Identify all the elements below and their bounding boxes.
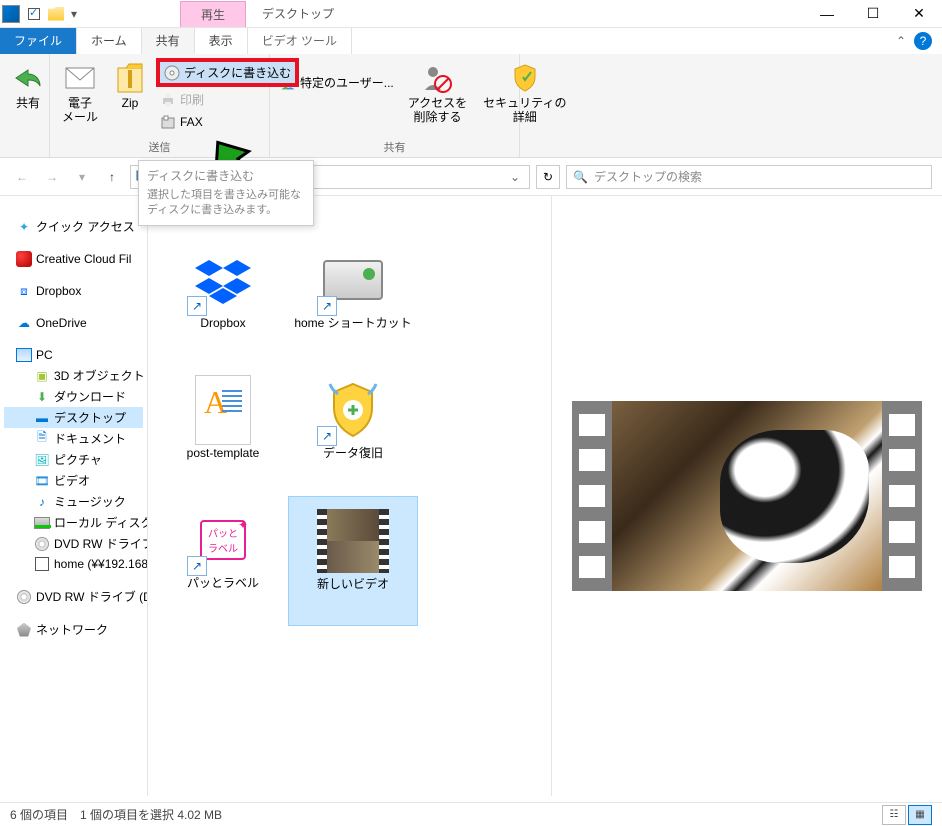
picture-icon: 🖼: [34, 452, 50, 468]
desktop-icon: ▬: [34, 410, 50, 426]
status-item-count: 6 個の項目: [10, 806, 68, 823]
file-data-recovery[interactable]: ↗ データ復旧: [288, 366, 418, 496]
qat-properties[interactable]: [24, 4, 44, 24]
tree-dvd-rw-d[interactable]: DVD RW ドライブ (D: [4, 586, 143, 607]
music-icon: ♪: [34, 494, 50, 510]
video-thumbnail-icon: [317, 509, 389, 573]
dvd-icon: [16, 589, 32, 605]
tree-local-disk[interactable]: ローカル ディスク (C: [4, 512, 143, 533]
tree-downloads[interactable]: ⬇ダウンロード: [4, 386, 143, 407]
tab-file[interactable]: ファイル: [0, 28, 77, 54]
nav-up-button[interactable]: ↑: [100, 165, 124, 189]
dvd-icon: [34, 536, 50, 552]
tree-quick-access[interactable]: ✦クイック アクセス: [4, 216, 143, 237]
burn-disc-button[interactable]: ディスクに書き込む: [156, 58, 299, 87]
group-label-share: 共有: [276, 137, 513, 155]
label-app-icon: パッとラベル: [200, 520, 246, 560]
tab-view[interactable]: 表示: [195, 28, 248, 54]
window-title: デスクトップ: [246, 1, 350, 27]
file-new-video[interactable]: 新しいビデオ: [288, 496, 418, 626]
view-icons-button[interactable]: ▦: [908, 805, 932, 825]
refresh-button[interactable]: ↻: [536, 165, 560, 189]
close-button[interactable]: ✕: [896, 0, 942, 28]
search-icon: 🔍: [573, 170, 588, 184]
document-icon: 🗎: [34, 431, 50, 447]
zip-button[interactable]: Zip: [108, 58, 152, 114]
security-details-button[interactable]: セキュリティの 詳細: [477, 58, 572, 129]
context-tab-play[interactable]: 再生: [180, 1, 246, 27]
file-post-template[interactable]: post-template: [158, 366, 288, 496]
shortcut-overlay-icon: ↗: [187, 556, 207, 576]
tree-creative-cloud[interactable]: Creative Cloud Fil: [4, 249, 143, 269]
qat-dropdown[interactable]: ▾: [68, 4, 80, 24]
printer-icon: [160, 92, 176, 108]
tree-network[interactable]: ネットワーク: [4, 619, 143, 640]
download-icon: ⬇: [34, 389, 50, 405]
pc-icon: [16, 347, 32, 363]
tree-documents[interactable]: 🗎ドキュメント: [4, 428, 143, 449]
network-drive-icon: [34, 556, 50, 572]
view-details-button[interactable]: ☷: [882, 805, 906, 825]
tree-home-network[interactable]: home (¥¥192.168: [4, 554, 143, 574]
search-input[interactable]: 🔍 デスクトップの検索: [566, 165, 932, 189]
chevron-up-icon[interactable]: ⌃: [896, 34, 906, 48]
address-dropdown[interactable]: ⌄: [505, 166, 525, 188]
system-menu-icon[interactable]: [2, 5, 20, 23]
nav-recent-dropdown[interactable]: ▾: [70, 165, 94, 189]
tree-3d-objects[interactable]: ▣3D オブジェクト: [4, 365, 143, 386]
tab-home[interactable]: ホーム: [77, 28, 142, 54]
hdd-icon: [323, 260, 383, 300]
minimize-button[interactable]: —: [804, 0, 850, 28]
nav-forward-button[interactable]: →: [40, 165, 64, 189]
tree-desktop[interactable]: ▬デスクトップ: [4, 407, 143, 428]
onedrive-icon: ☁: [16, 315, 32, 331]
network-icon: [16, 622, 32, 638]
tooltip: ディスクに書き込む 選択した項目を書き込み可能なディスクに書き込みます。: [138, 160, 314, 226]
tree-onedrive[interactable]: ☁OneDrive: [4, 313, 143, 333]
file-dropbox[interactable]: ↗ Dropbox: [158, 236, 288, 366]
status-selection: 1 個の項目を選択 4.02 MB: [80, 806, 222, 823]
help-icon[interactable]: ?: [914, 32, 932, 50]
fax-icon: [160, 114, 176, 130]
shortcut-overlay-icon: ↗: [317, 296, 337, 316]
tree-dropbox[interactable]: ⧈Dropbox: [4, 281, 143, 301]
creative-cloud-icon: [16, 251, 32, 267]
file-list[interactable]: ↗ Dropbox ↗ home ショートカット post-template ↗: [148, 196, 552, 796]
tree-dvd-rw[interactable]: DVD RW ドライブ: [4, 533, 143, 554]
disk-icon: [34, 515, 50, 531]
video-icon: 🎞: [34, 473, 50, 489]
remove-access-button[interactable]: アクセスを 削除する: [402, 58, 473, 129]
nav-back-button[interactable]: ←: [10, 165, 34, 189]
maximize-button[interactable]: ☐: [850, 0, 896, 28]
document-template-icon: [195, 375, 251, 445]
dropbox-icon: ⧈: [16, 283, 32, 299]
file-home-shortcut[interactable]: ↗ home ショートカット: [288, 236, 418, 366]
navigation-tree[interactable]: ✦クイック アクセス Creative Cloud Fil ⧈Dropbox ☁…: [0, 196, 148, 796]
preview-pane: [552, 196, 942, 796]
share-button[interactable]: 共有: [6, 58, 50, 114]
tree-music[interactable]: ♪ミュージック: [4, 491, 143, 512]
tab-video-tools[interactable]: ビデオ ツール: [248, 28, 352, 54]
tree-pictures[interactable]: 🖼ピクチャ: [4, 449, 143, 470]
file-patto-label[interactable]: パッとラベル ↗ パッとラベル: [158, 496, 288, 626]
email-button[interactable]: 電子 メール: [56, 58, 104, 129]
star-icon: ✦: [16, 219, 32, 235]
disc-icon: [164, 65, 180, 81]
cube-icon: ▣: [34, 368, 50, 384]
tree-videos[interactable]: 🎞ビデオ: [4, 470, 143, 491]
video-preview: [572, 401, 922, 591]
tab-share[interactable]: 共有: [142, 28, 195, 54]
shortcut-overlay-icon: ↗: [317, 426, 337, 446]
tree-pc[interactable]: PC: [4, 345, 143, 365]
shortcut-overlay-icon: ↗: [187, 296, 207, 316]
qat-newfolder[interactable]: [46, 4, 66, 24]
